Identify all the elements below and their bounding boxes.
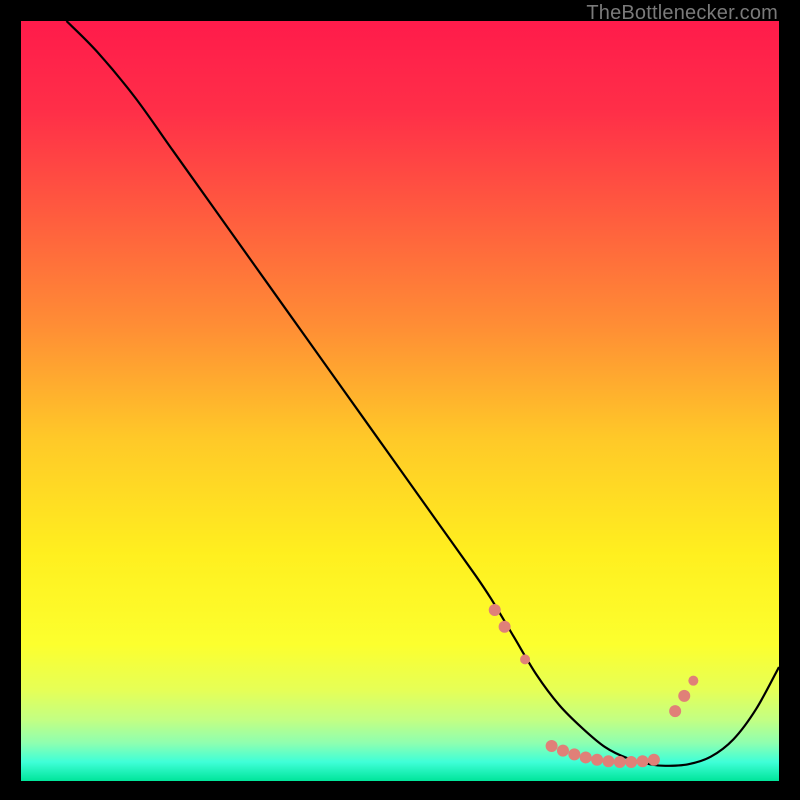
curve-marker xyxy=(591,754,603,766)
curve-marker xyxy=(669,705,681,717)
curve-marker xyxy=(637,755,649,767)
curve-marker xyxy=(499,621,511,633)
curve-marker xyxy=(648,754,660,766)
curve-marker xyxy=(520,654,530,664)
marker-group xyxy=(489,604,699,768)
watermark-label: TheBottlenecker.com xyxy=(586,2,778,25)
bottleneck-curve xyxy=(66,21,779,766)
plot-area xyxy=(21,21,779,781)
curve-marker xyxy=(568,748,580,760)
chart-frame: TheBottlenecker.com xyxy=(0,0,800,800)
curve-marker xyxy=(678,690,690,702)
curve-marker xyxy=(489,604,501,616)
curve-marker xyxy=(580,751,592,763)
curve-marker xyxy=(625,756,637,768)
curve-marker xyxy=(688,676,698,686)
curve-marker xyxy=(614,756,626,768)
curve-layer xyxy=(21,21,779,781)
curve-marker xyxy=(546,740,558,752)
curve-marker xyxy=(602,755,614,767)
curve-marker xyxy=(557,745,569,757)
